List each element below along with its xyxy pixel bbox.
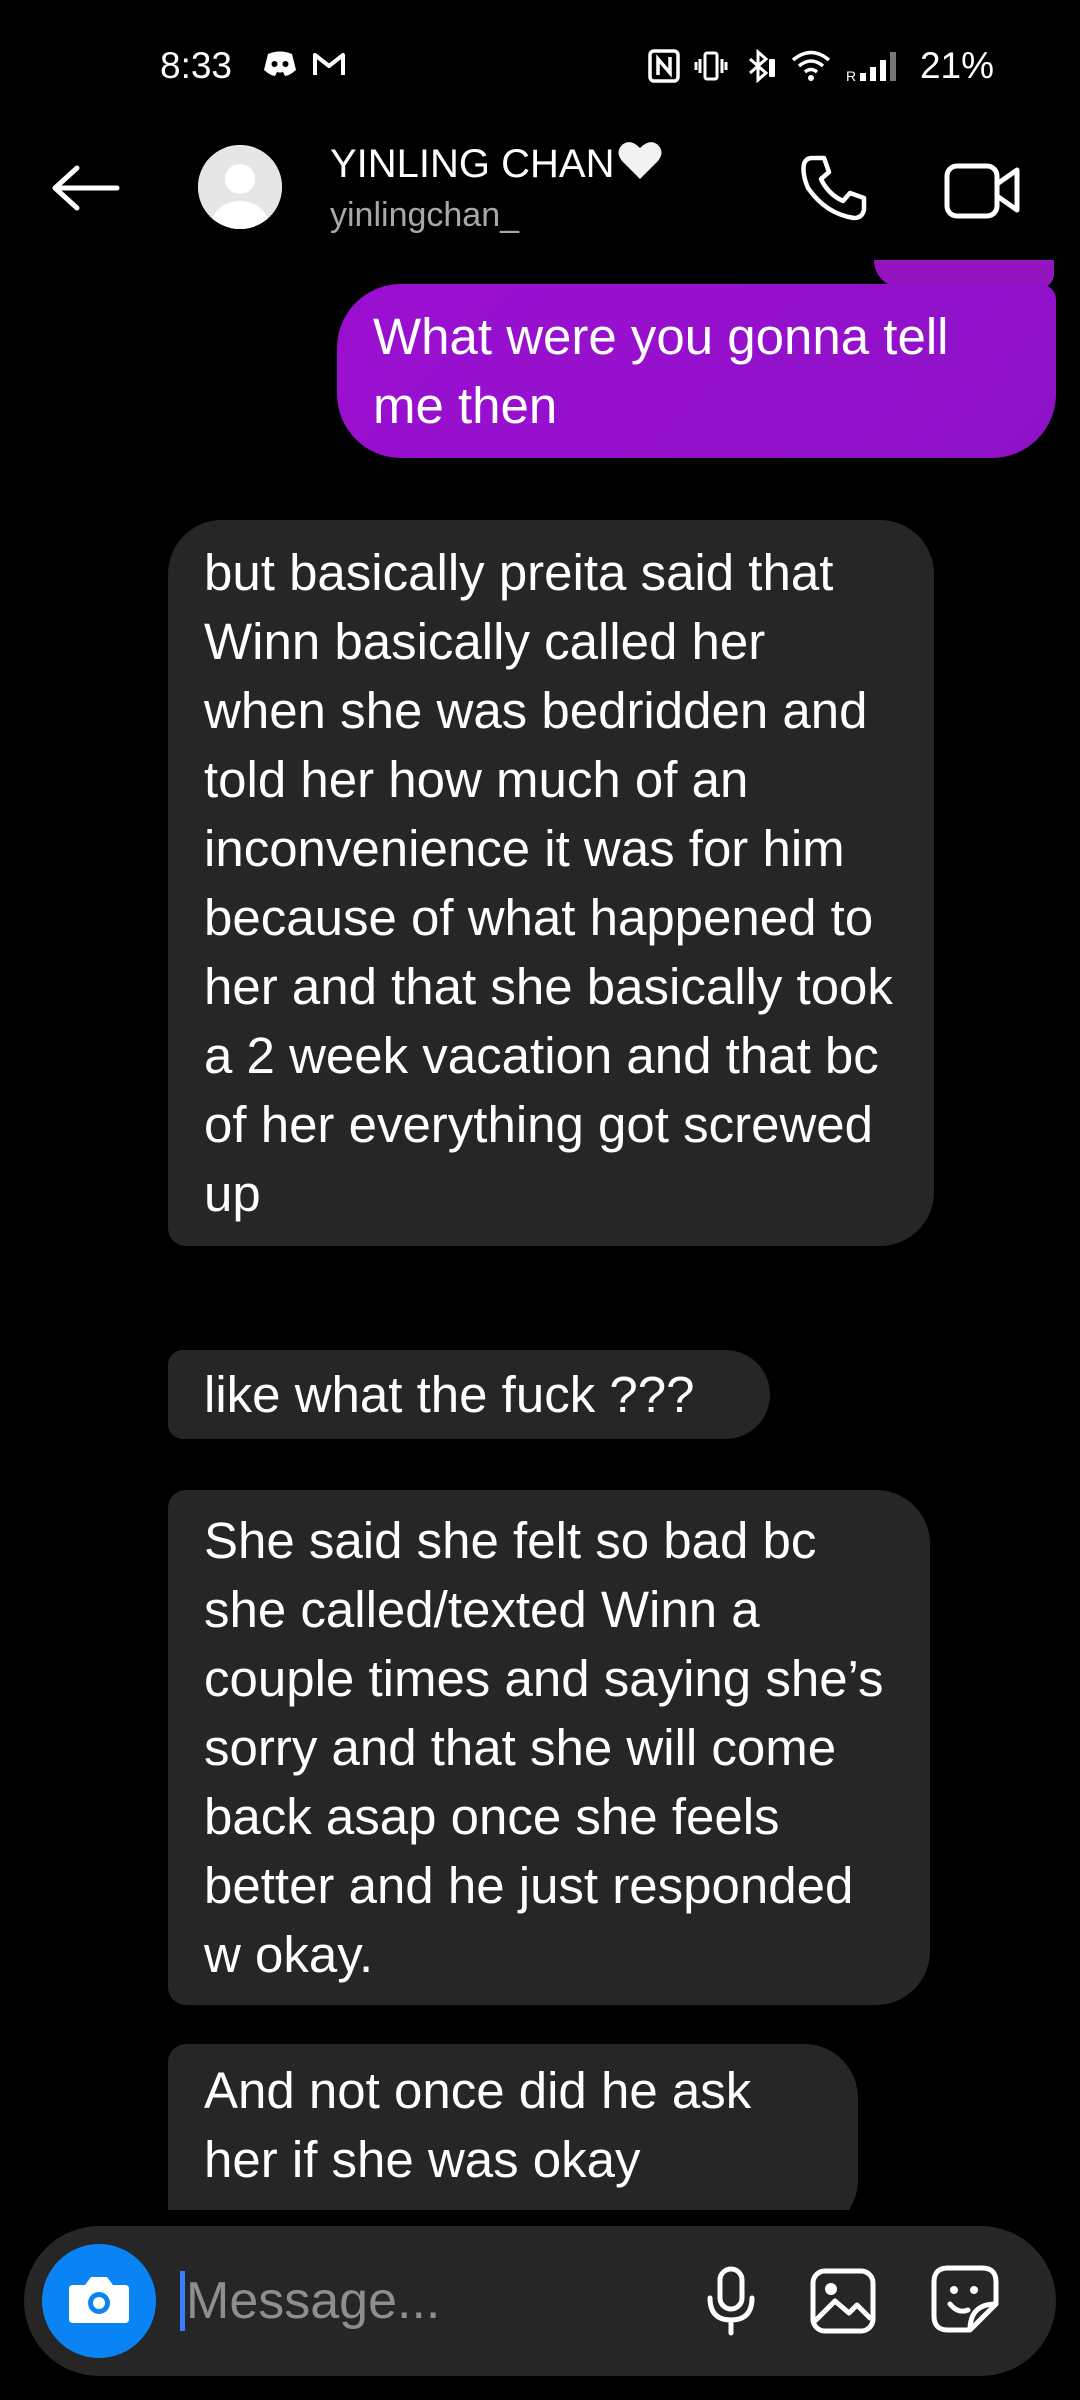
status-bar: 8:33 R 21% (0, 0, 1080, 130)
avatar-icon (198, 145, 282, 229)
gmail-icon (312, 50, 346, 78)
nfc-icon (648, 49, 680, 83)
sent-message-bubble[interactable]: What were you gonna tell me then (337, 284, 1056, 458)
discord-icon (262, 50, 298, 78)
gallery-icon (809, 2267, 877, 2340)
status-time: 8:33 (160, 45, 233, 86)
chat-header: YINLING CHAN yinlingchan_ (0, 130, 1080, 250)
microphone-icon (705, 2266, 757, 2341)
back-arrow-icon (49, 164, 121, 217)
system-status-icons: R 21% (648, 44, 994, 88)
battery-percentage: 21% (919, 45, 994, 86)
avatar[interactable] (198, 145, 282, 229)
contact-name-text: YINLING CHAN (330, 142, 615, 186)
video-icon (943, 158, 1021, 227)
received-message-bubble[interactable]: And not once did he ask her if she was o… (168, 2044, 858, 2210)
vibrate-icon (694, 49, 728, 83)
text-cursor (180, 2271, 185, 2331)
back-button[interactable] (40, 158, 130, 222)
svg-text:R: R (846, 68, 856, 83)
voice-message-button[interactable] (696, 2266, 766, 2340)
camera-icon (67, 2271, 131, 2332)
sticker-icon (930, 2264, 1000, 2339)
signal-icon: R (846, 49, 906, 83)
contact-username[interactable]: yinlingchan_ (330, 194, 519, 236)
sticker-button[interactable] (928, 2264, 1002, 2338)
gallery-button[interactable] (806, 2266, 880, 2340)
contact-name[interactable]: YINLING CHAN (330, 138, 663, 194)
wifi-icon (790, 49, 832, 83)
message-composer (24, 2226, 1056, 2376)
white-heart-icon (617, 139, 663, 194)
notification-icons (262, 50, 346, 78)
bluetooth-icon (742, 49, 776, 83)
received-message-bubble[interactable]: She said she felt so bad bc she called/t… (168, 1490, 930, 2005)
camera-button[interactable] (42, 2244, 156, 2358)
message-thread[interactable]: What were you gonna tell me then but bas… (0, 250, 1080, 2210)
received-message-bubble[interactable]: but basically preita said that Winn basi… (168, 520, 934, 1246)
received-message-bubble[interactable]: like what the fuck ??? (168, 1350, 770, 1439)
message-input[interactable] (186, 2262, 686, 2340)
phone-icon (798, 152, 870, 229)
video-call-button[interactable] (942, 154, 1022, 230)
audio-call-button[interactable] (796, 152, 872, 228)
